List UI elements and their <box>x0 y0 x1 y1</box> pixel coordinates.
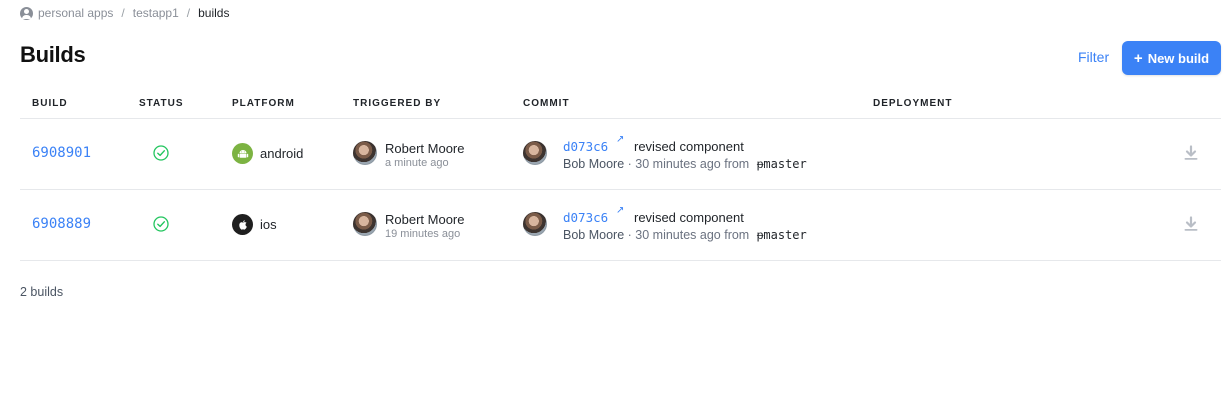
commit-author-avatar <box>523 212 547 236</box>
check-circle-icon <box>153 216 169 232</box>
plus-icon: + <box>1133 49 1143 67</box>
breadcrumb-separator: / <box>186 6 191 20</box>
commit-message: revised component <box>634 210 744 225</box>
column-header-platform: PLATFORM <box>232 98 295 109</box>
commit-hash-link[interactable]: d073c6 <box>563 139 608 154</box>
commit-time: · 30 minutes ago from <box>627 228 750 242</box>
apple-icon <box>232 214 253 235</box>
commit-author: Bob Moore <box>563 228 625 242</box>
android-icon <box>232 143 253 164</box>
build-id-link[interactable]: 6908901 <box>32 145 91 161</box>
table-header: BUILD STATUS PLATFORM TRIGGERED BY COMMI… <box>20 96 1221 119</box>
download-icon[interactable] <box>1183 145 1199 161</box>
platform-label: ios <box>260 217 277 232</box>
table-row[interactable]: 6908889 ios Robert Moore 19 minutes ago … <box>20 190 1221 261</box>
triggered-time: 19 minutes ago <box>385 228 461 240</box>
commit-time: · 30 minutes ago from <box>627 157 750 171</box>
commit-author-avatar <box>523 141 547 165</box>
external-link-icon[interactable]: ↗ <box>616 205 624 216</box>
commit-message: revised component <box>634 139 744 154</box>
column-header-triggered-by: TRIGGERED BY <box>353 98 442 109</box>
avatar <box>353 212 377 236</box>
commit-meta: Bob Moore · 30 minutes ago from ᵽmaster <box>563 157 807 171</box>
column-header-build: BUILD <box>32 98 68 109</box>
triggered-by-name: Robert Moore <box>385 141 465 156</box>
table-row[interactable]: 6908901 android Robert Moore a minute ag… <box>20 119 1221 190</box>
check-circle-icon <box>153 145 169 161</box>
column-header-deployment: DEPLOYMENT <box>873 98 953 109</box>
breadcrumb-item-project[interactable]: testapp1 <box>133 6 179 20</box>
breadcrumb: personal apps / testapp1 / builds <box>20 6 229 20</box>
column-header-status: STATUS <box>139 98 184 109</box>
build-id-link[interactable]: 6908889 <box>32 216 91 232</box>
avatar <box>353 141 377 165</box>
commit-meta: Bob Moore · 30 minutes ago from ᵽmaster <box>563 228 807 242</box>
column-header-commit: COMMIT <box>523 98 570 109</box>
triggered-time: a minute ago <box>385 157 449 169</box>
breadcrumb-item-current: builds <box>198 6 230 20</box>
platform-label: android <box>260 146 304 161</box>
branch-name[interactable]: master <box>763 157 806 171</box>
triggered-by-name: Robert Moore <box>385 212 465 227</box>
external-link-icon[interactable]: ↗ <box>616 134 624 145</box>
breadcrumb-item-account[interactable]: personal apps <box>38 6 113 20</box>
filter-button[interactable]: Filter <box>1078 49 1109 65</box>
commit-hash-link[interactable]: d073c6 <box>563 210 608 225</box>
branch-name[interactable]: master <box>763 228 806 242</box>
breadcrumb-separator: / <box>121 6 125 20</box>
download-icon[interactable] <box>1183 216 1199 232</box>
new-build-label: New build <box>1147 50 1210 66</box>
new-build-button[interactable]: + New build <box>1122 41 1221 75</box>
user-account-icon <box>20 6 33 20</box>
page-title: Builds <box>20 42 86 67</box>
commit-author: Bob Moore <box>563 157 625 171</box>
build-count: 2 builds <box>20 285 64 299</box>
